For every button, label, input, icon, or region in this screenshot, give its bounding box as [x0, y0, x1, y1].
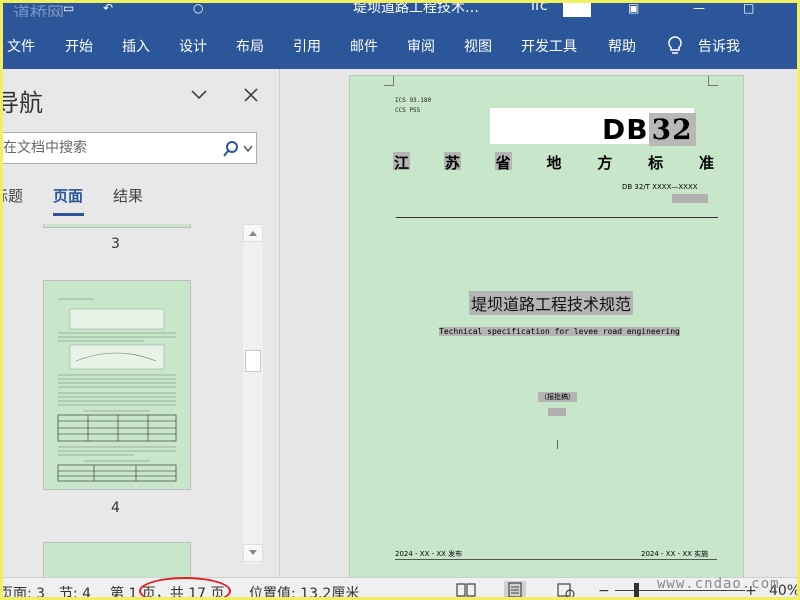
crop-mark — [708, 76, 718, 86]
province-char: 苏 — [443, 152, 461, 172]
save-icon[interactable]: ▭ — [63, 3, 74, 15]
page-preview — [57, 298, 177, 482]
undo-icon[interactable]: ↶ — [103, 3, 113, 15]
document-main-title: 堤坝道路工程技术规范 — [469, 291, 634, 315]
zoom-out-button[interactable]: − — [598, 583, 610, 597]
document-page[interactable]: ICS 93.180 CCS P55 DB 32 江 苏 省 地 方 标 准 DB… — [349, 75, 744, 585]
province-char: 地 — [546, 154, 562, 172]
nav-tab-pages[interactable]: 页面 — [53, 185, 83, 206]
tab-references[interactable]: 引用 — [293, 36, 321, 56]
nav-tab-headings[interactable]: 标题 — [3, 185, 23, 206]
tab-design[interactable]: 设计 — [179, 36, 207, 56]
annotation-circle — [139, 577, 231, 597]
implement-date: 2024 - XX - XX 实施 — [641, 550, 709, 558]
tab-layout[interactable]: 布局 — [236, 36, 264, 56]
replaced-number-highlight — [672, 194, 708, 203]
status-section[interactable]: 节: 4 — [59, 583, 91, 597]
status-page[interactable]: 页面: 3 — [3, 583, 45, 597]
page-number-label: 4 — [111, 500, 120, 516]
ribbon-tabs: 文件 开始 插入 设计 布局 引用 邮件 审阅 视图 开发工具 帮助 告诉我 — [3, 17, 797, 69]
close-icon[interactable] — [243, 87, 259, 103]
standard-logo: DB 32 — [602, 113, 696, 146]
document-area: ICS 93.180 CCS P55 DB 32 江 苏 省 地 方 标 准 DB… — [279, 69, 797, 585]
status-position[interactable]: 位置值: 13.2厘米 — [249, 583, 359, 597]
page-thumbnail[interactable] — [43, 280, 191, 490]
tab-insert[interactable]: 插入 — [122, 36, 150, 56]
navigation-pane: 导航 标题 页面 结果 3 — [3, 69, 279, 577]
tab-view[interactable]: 视图 — [464, 36, 492, 56]
restore-icon[interactable]: □ — [743, 3, 754, 15]
draft-highlight — [548, 408, 566, 416]
search-icon[interactable]: ○ — [193, 3, 203, 15]
tab-file[interactable]: 文件 — [7, 36, 35, 56]
nav-scrollbar[interactable] — [243, 224, 263, 564]
text-cursor — [557, 440, 558, 449]
user-name[interactable]: ifc — [531, 3, 548, 14]
nav-search-box — [3, 132, 257, 164]
header-rule — [396, 217, 718, 218]
db-prefix: DB — [602, 113, 649, 146]
chevron-down-icon[interactable] — [190, 89, 208, 101]
classification-codes: ICS 93.180 CCS P55 — [395, 96, 431, 116]
province-char: 标 — [648, 154, 664, 172]
site-watermark: www.cndao.com — [657, 576, 780, 592]
province-char: 江 — [393, 152, 411, 172]
page-thumbnail[interactable] — [43, 542, 191, 577]
title-bar: 道桥网 ▭ ↶ ○ 堤坝道路工程技术… ifc ▣ — □ — [3, 3, 797, 17]
scrollbar-thumb[interactable] — [245, 350, 261, 372]
crop-mark — [384, 76, 394, 86]
zoom-slider-thumb[interactable] — [634, 583, 639, 597]
footer-rule — [395, 559, 717, 560]
tab-developer[interactable]: 开发工具 — [521, 36, 577, 56]
tab-home[interactable]: 开始 — [65, 36, 93, 56]
standard-number: DB 32/T XXXX—XXXX — [622, 183, 698, 191]
scroll-up-icon[interactable] — [243, 224, 263, 242]
province-char: 省 — [494, 152, 512, 172]
page-thumbnail[interactable] — [43, 224, 191, 228]
tell-me-input[interactable]: 告诉我 — [698, 36, 740, 56]
db-code: 32 — [648, 113, 696, 146]
province-char: 方 — [597, 154, 613, 172]
document-english-title: Technical specification for levee road e… — [439, 327, 680, 336]
page-thumbnails: 3 4 — [3, 224, 239, 577]
document-title: 堤坝道路工程技术… — [353, 3, 479, 16]
nav-title: 导航 — [3, 89, 43, 117]
word-window: 道桥网 ▭ ↶ ○ 堤坝道路工程技术… ifc ▣ — □ 文件 开始 插入 设… — [0, 0, 800, 600]
nav-tab-results[interactable]: 结果 — [113, 185, 143, 206]
publish-date: 2024 - XX - XX 发布 — [395, 550, 463, 558]
scroll-down-icon[interactable] — [243, 544, 263, 562]
read-mode-icon[interactable] — [455, 581, 477, 599]
tab-review[interactable]: 审阅 — [407, 36, 435, 56]
web-layout-icon[interactable] — [555, 581, 577, 599]
print-layout-icon[interactable] — [504, 581, 526, 599]
page-number-label: 3 — [111, 236, 120, 252]
minimize-icon[interactable]: — — [693, 3, 705, 15]
tab-mailings[interactable]: 邮件 — [350, 36, 378, 56]
draft-status: （报批稿） — [538, 392, 577, 402]
search-input[interactable] — [3, 137, 208, 159]
chevron-down-icon[interactable] — [243, 145, 253, 153]
ccs-code: CCS P55 — [395, 107, 421, 114]
site-watermark: 道桥网 — [13, 4, 64, 17]
tab-help[interactable]: 帮助 — [608, 36, 636, 56]
ics-code: ICS 93.180 — [395, 97, 432, 104]
province-char: 准 — [698, 154, 714, 172]
lightbulb-icon — [668, 36, 682, 54]
active-tab-indicator — [53, 213, 84, 216]
search-icon[interactable] — [222, 140, 240, 158]
province-standard-title: 江 苏 省 地 方 标 准 — [393, 152, 715, 172]
avatar[interactable] — [563, 3, 591, 17]
ribbon-display-icon[interactable]: ▣ — [628, 3, 639, 15]
